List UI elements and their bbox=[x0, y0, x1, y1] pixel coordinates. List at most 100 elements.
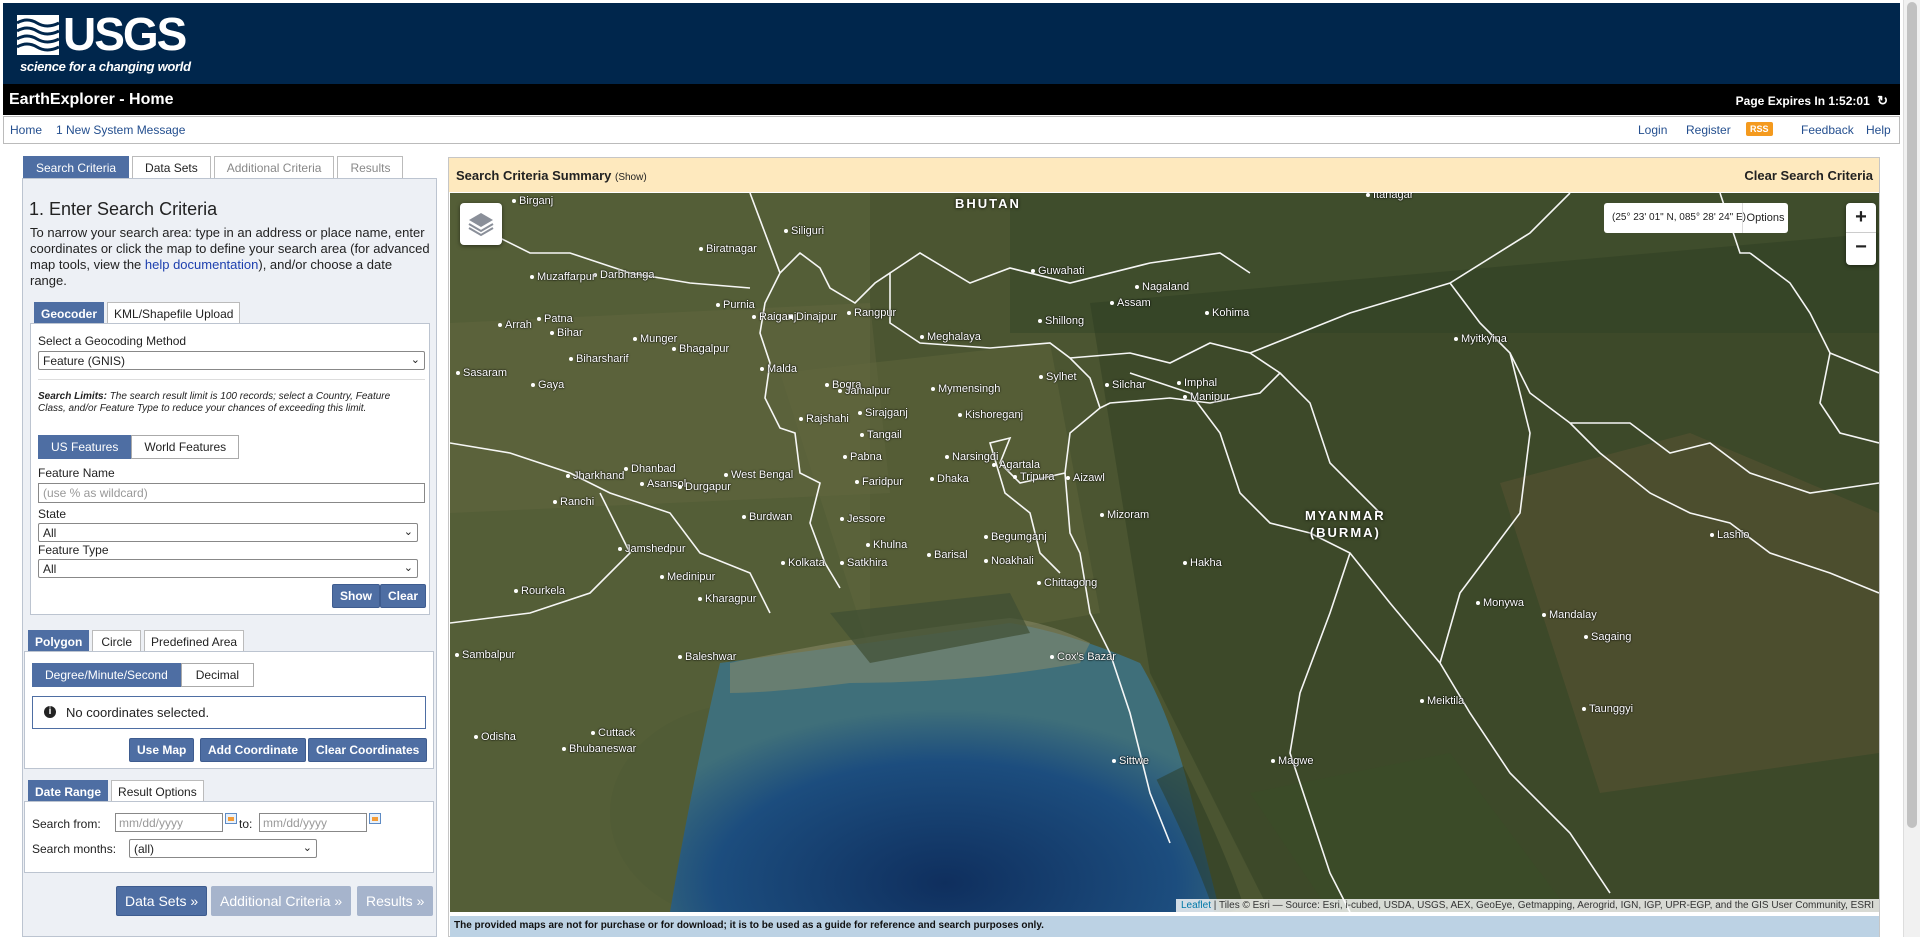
city-label: Rangpur bbox=[847, 307, 896, 319]
city-label: Bhubaneswar bbox=[562, 743, 636, 755]
rss-icon[interactable]: RSS bbox=[1746, 122, 1773, 136]
disclaimer-text: The provided maps are not for purchase o… bbox=[454, 920, 1044, 931]
city-label: Biratnagar bbox=[699, 243, 757, 255]
city-label: Arrah bbox=[498, 319, 532, 331]
attribution-text: | Tiles © Esri — Source: Esri, i-cubed, … bbox=[1211, 900, 1874, 911]
scrollbar-thumb[interactable] bbox=[1907, 2, 1917, 828]
city-label: Aizawl bbox=[1066, 472, 1105, 484]
logo-wordmark: USGS bbox=[63, 8, 187, 60]
title-bar: EarthExplorer - Home Page Expires In 1:5… bbox=[3, 84, 1900, 115]
tab-geocoder[interactable]: Geocoder bbox=[34, 302, 105, 325]
geocoding-method-value: Feature (GNIS) bbox=[43, 354, 126, 368]
city-label: Taunggyi bbox=[1582, 703, 1633, 715]
city-label: Begumganj bbox=[984, 531, 1047, 543]
additional-criteria-next-button[interactable]: Additional Criteria » bbox=[211, 886, 352, 916]
city-label: Tripura bbox=[1013, 471, 1054, 483]
tab-polygon[interactable]: Polygon bbox=[28, 630, 90, 653]
state-label: State bbox=[38, 507, 67, 521]
search-criteria-panel: 1. Enter Search Criteria To narrow your … bbox=[22, 178, 437, 937]
city-label: Dinajpur bbox=[789, 311, 837, 323]
clear-button[interactable]: Clear bbox=[380, 584, 427, 608]
layers-icon[interactable] bbox=[460, 203, 502, 245]
city-label: Biharsharif bbox=[569, 353, 629, 365]
help-link[interactable]: Help bbox=[1866, 123, 1891, 137]
city-label: Patna bbox=[537, 313, 573, 325]
system-message-link[interactable]: 1 New System Message bbox=[56, 123, 185, 137]
us-features-button[interactable]: US Features bbox=[38, 435, 132, 459]
country-label-myanmar: MYANMAR (BURMA) bbox=[1305, 508, 1386, 540]
register-link[interactable]: Register bbox=[1686, 123, 1731, 137]
geocoding-method-select[interactable]: Feature (GNIS) ⌄ bbox=[38, 351, 425, 370]
page-expires: Page Expires In 1:52:01 ↻ bbox=[1736, 93, 1888, 109]
zoom-out-button[interactable]: − bbox=[1846, 233, 1876, 263]
clear-search-criteria-link[interactable]: Clear Search Criteria bbox=[1744, 168, 1873, 183]
use-map-button[interactable]: Use Map bbox=[129, 738, 195, 762]
tab-result-options[interactable]: Result Options bbox=[111, 780, 204, 803]
city-label: Sasaram bbox=[456, 367, 507, 379]
city-label: Purnia bbox=[716, 299, 755, 311]
data-sets-next-button[interactable]: Data Sets » bbox=[116, 886, 208, 916]
summary-show-link[interactable]: (Show) bbox=[615, 172, 647, 183]
city-label: Sambalpur bbox=[455, 649, 515, 661]
tab-data-sets[interactable]: Data Sets bbox=[132, 156, 211, 179]
tab-additional-criteria[interactable]: Additional Criteria bbox=[213, 156, 335, 179]
feature-type-select[interactable]: All ⌄ bbox=[38, 559, 418, 578]
map-options-button[interactable]: Options bbox=[1742, 203, 1788, 233]
decimal-button[interactable]: Decimal bbox=[180, 663, 255, 687]
login-link[interactable]: Login bbox=[1638, 123, 1667, 137]
satellite-map[interactable]: BHUTAN MYANMAR (BURMA) Birganj Biratnaga… bbox=[450, 193, 1879, 912]
city-label: Siliguri bbox=[784, 225, 824, 237]
city-label: Jamshedpur bbox=[618, 543, 686, 555]
city-label: Darbhanga bbox=[593, 269, 654, 281]
limits-title: Search Limits: bbox=[38, 391, 107, 402]
city-label: Dhaka bbox=[930, 473, 969, 485]
date-to-input[interactable]: mm/dd/yyyy bbox=[259, 813, 367, 832]
show-button[interactable]: Show bbox=[332, 584, 380, 608]
add-coordinate-button[interactable]: Add Coordinate bbox=[200, 738, 306, 762]
clear-coordinates-button[interactable]: Clear Coordinates bbox=[308, 738, 428, 762]
dms-button[interactable]: Degree/Minute/Second bbox=[32, 663, 181, 687]
page-scrollbar[interactable] bbox=[1903, 0, 1920, 937]
map-disclaimer: The provided maps are not for purchase o… bbox=[450, 916, 1879, 937]
results-next-button[interactable]: Results » bbox=[357, 886, 434, 916]
date-from-input[interactable]: mm/dd/yyyy bbox=[115, 813, 223, 832]
tab-predefined-area[interactable]: Predefined Area bbox=[144, 630, 245, 653]
divider bbox=[38, 379, 425, 380]
search-months-select[interactable]: (all) ⌄ bbox=[129, 839, 317, 858]
city-label: Khulna bbox=[866, 539, 907, 551]
feedback-link[interactable]: Feedback bbox=[1801, 123, 1854, 137]
city-label: Barisal bbox=[927, 549, 968, 561]
city-label: Sittwe bbox=[1112, 755, 1149, 767]
city-label: Manipur bbox=[1183, 391, 1230, 403]
geocoder-panel: Select a Geocoding Method Feature (GNIS)… bbox=[30, 323, 430, 615]
summary-title-text: Search Criteria Summary bbox=[456, 168, 612, 183]
tab-search-criteria[interactable]: Search Criteria bbox=[23, 156, 130, 179]
cursor-coordinates: (25° 23' 01" N, 085° 28' 24" E) bbox=[1612, 212, 1746, 223]
nav-home-link[interactable]: Home bbox=[10, 123, 42, 137]
refresh-icon[interactable]: ↻ bbox=[1877, 93, 1888, 109]
city-label: Kohima bbox=[1205, 307, 1249, 319]
app-title: EarthExplorer - Home bbox=[9, 91, 174, 108]
search-months-label: Search months: bbox=[32, 842, 117, 856]
city-label: Satkhira bbox=[840, 557, 887, 569]
tab-results[interactable]: Results bbox=[337, 156, 404, 179]
zoom-in-button[interactable]: + bbox=[1846, 203, 1876, 233]
no-coordinates-notice: i No coordinates selected. bbox=[32, 696, 426, 729]
tab-date-range[interactable]: Date Range bbox=[28, 780, 109, 803]
feature-name-label: Feature Name bbox=[38, 466, 115, 480]
world-features-button[interactable]: World Features bbox=[131, 435, 240, 459]
city-label: Muzaffarpur bbox=[530, 271, 596, 283]
tab-circle[interactable]: Circle bbox=[92, 630, 142, 653]
calendar-icon[interactable] bbox=[225, 813, 237, 824]
tab-kml-upload[interactable]: KML/Shapefile Upload bbox=[107, 302, 241, 325]
calendar-icon[interactable] bbox=[369, 813, 381, 824]
feature-name-input[interactable]: (use % as wildcard) bbox=[38, 483, 425, 503]
city-label: Lashio bbox=[1710, 529, 1749, 541]
usgs-header: USGS science for a changing world bbox=[3, 3, 1900, 84]
main-tabs: Search Criteria Data Sets Additional Cri… bbox=[23, 156, 404, 179]
city-label: Mymensingh bbox=[931, 383, 1000, 395]
state-select[interactable]: All ⌄ bbox=[38, 523, 418, 542]
help-documentation-link[interactable]: help documentation bbox=[145, 257, 258, 272]
leaflet-link[interactable]: Leaflet bbox=[1181, 900, 1211, 911]
feature-type-value: All bbox=[43, 562, 57, 576]
